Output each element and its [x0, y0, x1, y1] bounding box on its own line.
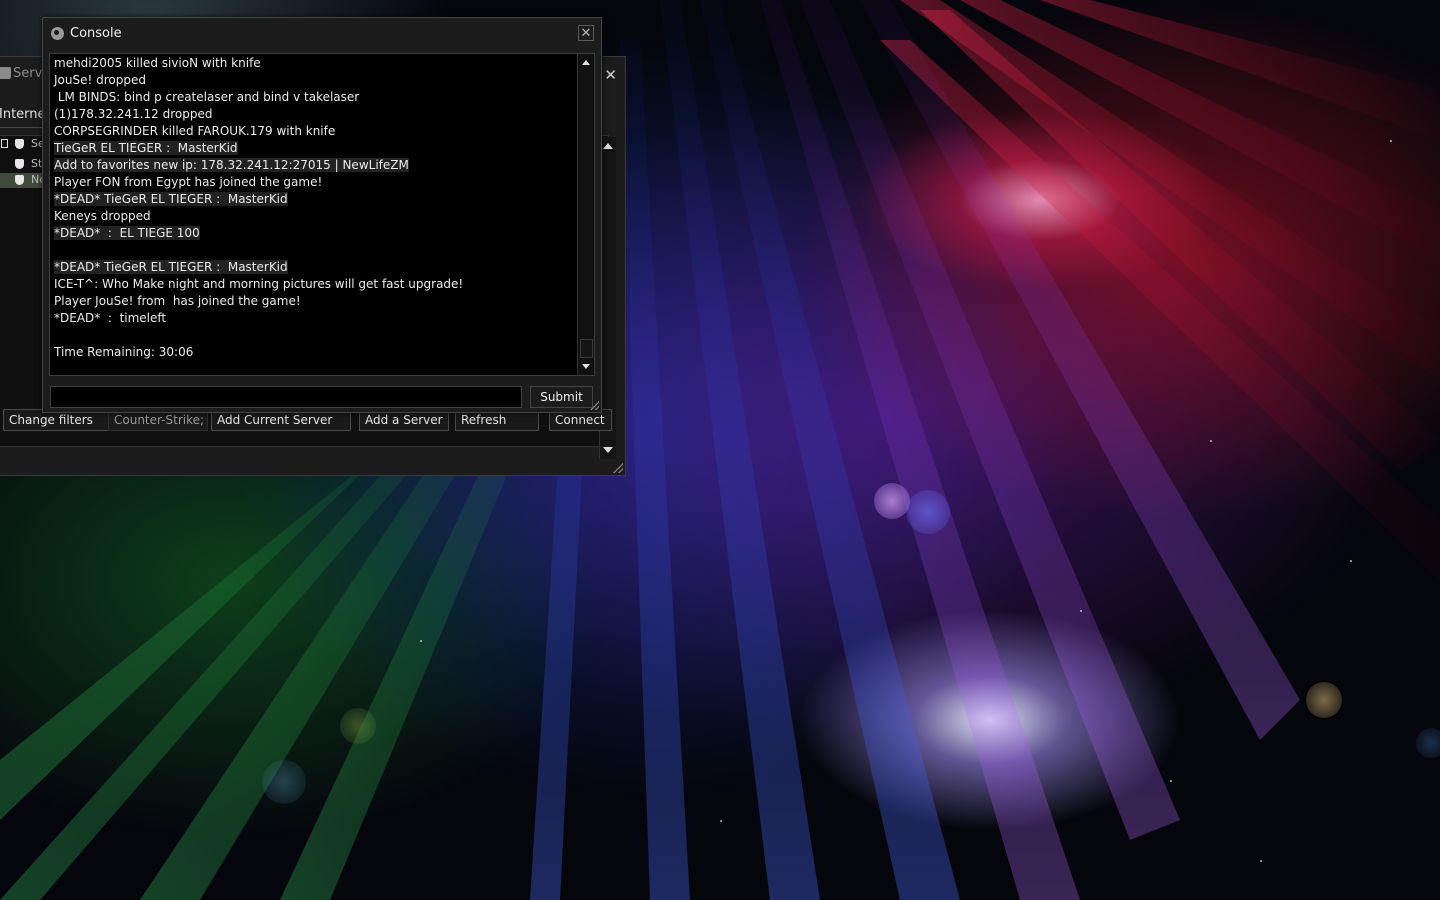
console-line-text: Keneys dropped: [54, 209, 151, 223]
orb-teal-small: [1416, 728, 1440, 758]
console-line: Time Remaining: 30:06: [54, 344, 574, 361]
submit-button[interactable]: Submit: [530, 386, 593, 408]
star: [1260, 860, 1262, 862]
star: [720, 820, 722, 822]
console-line: *DEAD* TieGeR EL TIEGER : MasterKid: [54, 259, 574, 276]
star: [1350, 560, 1352, 562]
console-line-text: *DEAD* : EL TIEGE 100: [54, 226, 200, 240]
server-row-label: St: [31, 157, 43, 170]
scrollbar-thumb[interactable]: [580, 339, 593, 358]
console-line-text: Player FON from Egypt has joined the gam…: [54, 175, 323, 189]
server-row[interactable]: St: [0, 157, 45, 172]
resize-grip-icon[interactable]: [613, 463, 623, 473]
console-line: Player JouSe! from has joined the game!: [54, 293, 574, 310]
console-line-text: *DEAD* TieGeR EL TIEGER : MasterKid: [54, 260, 288, 274]
orb-blue: [906, 490, 950, 534]
star: [1170, 780, 1172, 782]
console-line-text: Player JouSe! from has joined the game!: [54, 294, 301, 308]
console-line: CORPSEGRINDER killed FAROUK.179 with kni…: [54, 123, 574, 140]
console-line: LM BINDS: bind p createlaser and bind v …: [54, 89, 574, 106]
lock-icon: [1, 139, 8, 148]
console-icon: [51, 27, 64, 40]
console-line-text: JouSe! dropped: [54, 73, 146, 87]
console-line-text: (1)178.32.241.12 dropped: [54, 107, 213, 121]
shield-icon: [15, 175, 24, 185]
orb-purple: [874, 483, 910, 519]
console-line: Add to favorites new ip: 178.32.241.12:2…: [54, 157, 574, 174]
console-scrollbar[interactable]: [577, 54, 594, 375]
console-line-text: TieGeR EL TIEGER : MasterKid: [54, 141, 238, 155]
steam-icon: [0, 67, 11, 79]
close-icon[interactable]: ✕: [578, 25, 594, 41]
console-line: JouSe! dropped: [54, 72, 574, 89]
console-line: TieGeR EL TIEGER : MasterKid: [54, 140, 574, 157]
shield-icon: [15, 159, 24, 169]
scroll-down-icon[interactable]: [582, 364, 590, 369]
console-line-text: mehdi2005 killed sivioN with knife: [54, 56, 261, 70]
console-title: Console: [70, 26, 122, 41]
console-line-text: LM BINDS: bind p createlaser and bind v …: [54, 90, 360, 104]
orb-teal: [262, 760, 306, 804]
scroll-down-icon[interactable]: [603, 447, 613, 453]
console-line: *DEAD* : timeleft: [54, 310, 574, 327]
star: [1080, 610, 1082, 612]
star: [1210, 440, 1212, 442]
server-row-selected[interactable]: Ne: [0, 173, 46, 188]
resize-grip-icon[interactable]: [590, 401, 599, 410]
console-line: ICE-T^: Who Make night and morning pictu…: [54, 276, 574, 293]
scroll-up-icon[interactable]: [603, 143, 613, 149]
console-line-text: Time Remaining: 30:06: [54, 345, 194, 359]
console-line: (1)178.32.241.12 dropped: [54, 106, 574, 123]
scroll-up-icon[interactable]: [582, 60, 590, 65]
console-line: *DEAD* TieGeR EL TIEGER : MasterKid: [54, 191, 574, 208]
console-line: mehdi2005 killed sivioN with knife: [54, 55, 574, 72]
console-line-text: ICE-T^: Who Make night and morning pictu…: [54, 277, 464, 291]
console-window[interactable]: Console ✕ mehdi2005 killed sivioN with k…: [42, 17, 602, 413]
star: [420, 640, 422, 642]
console-line: *DEAD* : EL TIEGE 100: [54, 225, 574, 242]
console-line-text: *DEAD* : timeleft: [54, 311, 167, 325]
console-line-text: Add to favorites new ip: 178.32.241.12:2…: [54, 158, 409, 172]
shield-icon: [15, 139, 24, 149]
console-line-text: *DEAD* TieGeR EL TIEGER : MasterKid: [54, 192, 288, 206]
list-header[interactable]: Se: [0, 137, 45, 152]
orb-gold: [1306, 682, 1342, 718]
console-lines: mehdi2005 killed sivioN with knife JouSe!…: [54, 55, 574, 361]
orb-green: [340, 708, 376, 744]
console-command-input[interactable]: [50, 386, 522, 408]
star: [1390, 140, 1392, 142]
close-icon[interactable]: ✕: [604, 68, 617, 83]
console-line: Keneys dropped: [54, 208, 574, 225]
console-log[interactable]: mehdi2005 killed sivioN with knife JouSe!…: [49, 53, 595, 376]
console-line-text: CORPSEGRINDER killed FAROUK.179 with kni…: [54, 124, 336, 138]
console-line: Player FON from Egypt has joined the gam…: [54, 174, 574, 191]
